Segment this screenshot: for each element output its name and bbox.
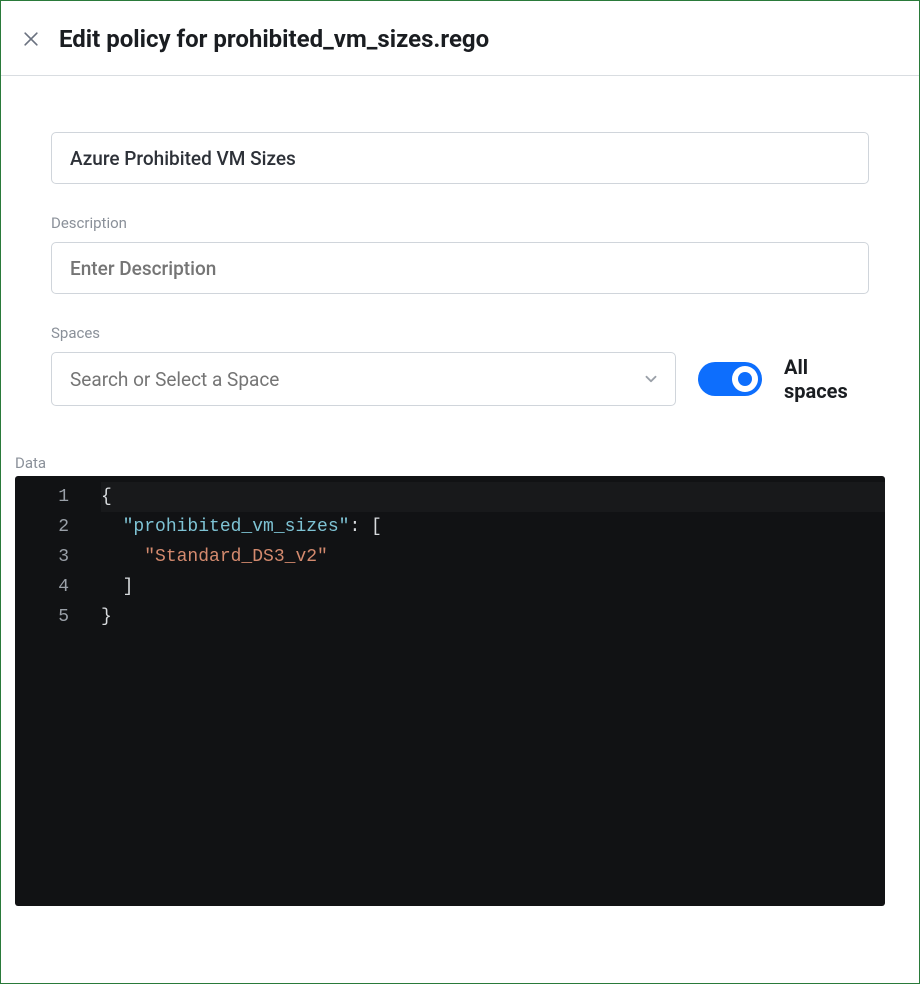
code-gutter: 1 2 3 4 5 <box>15 476 87 906</box>
code-editor[interactable]: 1 2 3 4 5 { "prohibited_vm_sizes": [ "St… <box>15 476 885 906</box>
code-body[interactable]: { "prohibited_vm_sizes": [ "Standard_DS3… <box>87 476 885 906</box>
line-number: 3 <box>15 542 87 572</box>
spaces-select[interactable] <box>51 352 676 406</box>
code-value: "Standard_DS3_v2" <box>144 547 328 567</box>
line-number: 4 <box>15 572 87 602</box>
all-spaces-label: All spaces <box>784 355 869 403</box>
policy-name-input[interactable] <box>51 132 869 184</box>
description-input[interactable] <box>51 242 869 294</box>
modal-header: Edit policy for prohibited_vm_sizes.rego <box>1 1 919 76</box>
spaces-field-group: Spaces All spaces <box>51 324 869 406</box>
spaces-row: All spaces <box>51 352 869 406</box>
line-number: 1 <box>15 482 87 512</box>
modal-content: Description Spaces All spaces Data <box>1 76 919 936</box>
description-field-group: Description <box>51 214 869 294</box>
toggle-knob <box>732 366 758 392</box>
spaces-select-wrap <box>51 352 676 406</box>
code-key: "prohibited_vm_sizes" <box>123 517 350 537</box>
name-field-group <box>51 132 869 184</box>
modal-title: Edit policy for prohibited_vm_sizes.rego <box>59 25 489 53</box>
description-label: Description <box>51 214 869 232</box>
close-icon[interactable] <box>21 29 41 49</box>
data-section: Data 1 2 3 4 5 { "prohibited_vm_sizes": … <box>51 454 869 906</box>
line-number: 5 <box>15 602 87 632</box>
spaces-label: Spaces <box>51 324 869 342</box>
line-number: 2 <box>15 512 87 542</box>
all-spaces-toggle[interactable] <box>698 362 762 396</box>
data-label: Data <box>15 454 869 472</box>
